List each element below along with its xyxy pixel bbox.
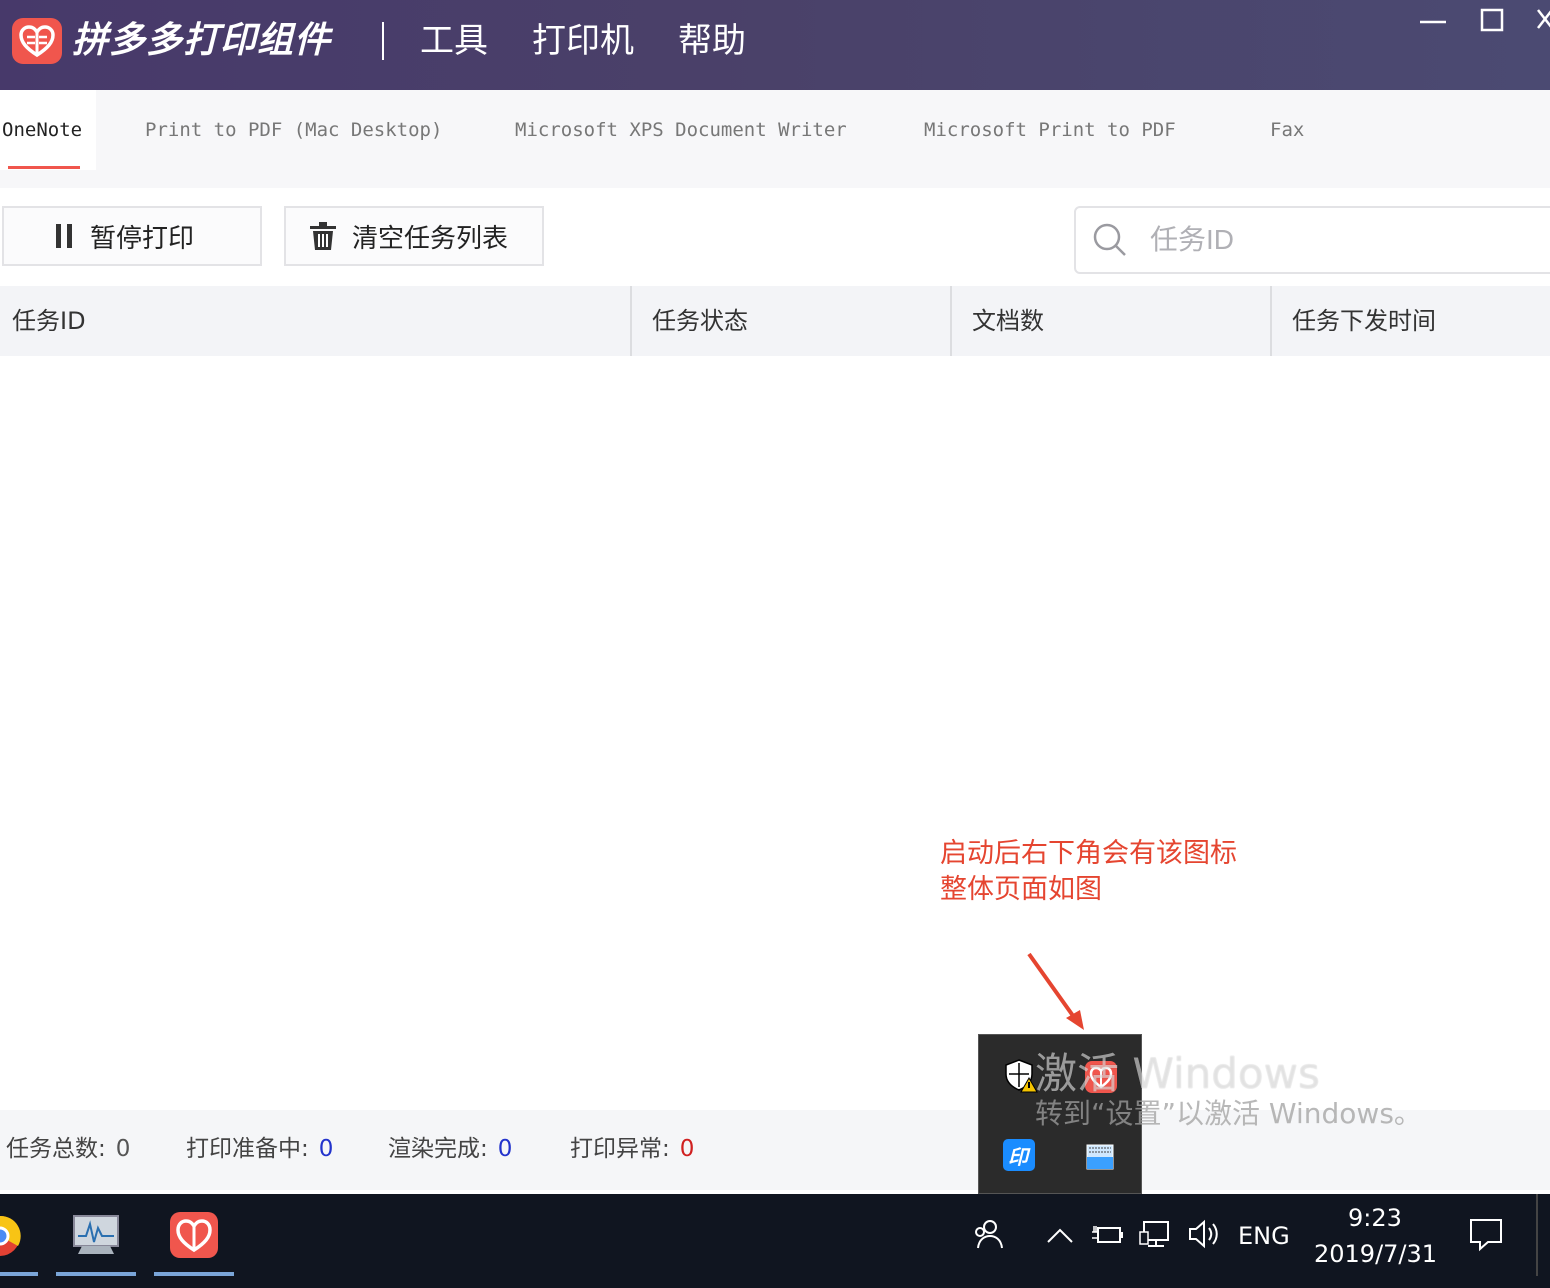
column-divider[interactable]: [950, 286, 952, 356]
annotation-arrow-icon: [1027, 952, 1084, 1030]
task-id-search: [1074, 206, 1550, 274]
activate-windows-hint: 转到“设置”以激活 Windows。: [1035, 1097, 1422, 1130]
stat-rendered: 渲染完成: 0: [388, 1132, 512, 1166]
print-tool-tray-icon[interactable]: 印: [1001, 1137, 1037, 1173]
close-icon[interactable]: [1530, 6, 1550, 36]
network-icon[interactable]: [1136, 1214, 1176, 1254]
chrome-icon[interactable]: [0, 1194, 40, 1276]
keyboard-tray-icon[interactable]: [1083, 1139, 1119, 1175]
clear-task-list-label: 清空任务列表: [352, 223, 509, 254]
column-document-count[interactable]: 文档数: [960, 286, 1270, 356]
pause-icon: [54, 222, 76, 250]
title-divider: [382, 22, 384, 60]
chevron-up-icon[interactable]: [1040, 1214, 1080, 1254]
security-warning-icon[interactable]: [1003, 1057, 1039, 1093]
app-logo-icon: [12, 18, 62, 64]
column-divider[interactable]: [1270, 286, 1272, 356]
task-table-body: [0, 356, 1550, 1110]
stat-preparing: 打印准备中: 0: [186, 1132, 333, 1166]
tab-xps-writer[interactable]: Microsoft XPS Document Writer: [515, 90, 847, 170]
stat-error: 打印异常: 0: [570, 1132, 694, 1166]
svg-text:印: 印: [1008, 1145, 1031, 1169]
taskbar-active-indicator: [154, 1272, 234, 1276]
stat-rendered-value: 0: [497, 1136, 513, 1162]
minimize-icon[interactable]: [1418, 6, 1448, 36]
taskbar: ENG 9:23 2019/7/31: [0, 1194, 1550, 1288]
task-id-search-input[interactable]: [1150, 218, 1530, 262]
clock-date[interactable]: 2019/7/31: [1314, 1240, 1437, 1268]
stat-total-label: 任务总数:: [6, 1136, 106, 1162]
printer-tabs: OneNote Print to PDF (Mac Desktop) Micro…: [0, 90, 1550, 188]
menu-tools[interactable]: 工具: [420, 20, 488, 62]
stat-total: 任务总数: 0: [6, 1132, 130, 1166]
language-indicator[interactable]: ENG: [1238, 1222, 1290, 1250]
notification-center-icon[interactable]: [1466, 1214, 1506, 1254]
annotation-line-1: 启动后右下角会有该图标: [940, 838, 1237, 869]
maximize-icon[interactable]: [1478, 6, 1508, 36]
taskbar-active-indicator: [56, 1272, 136, 1276]
annotation-note: 启动后右下角会有该图标 整体页面如图: [940, 836, 1237, 908]
menu-help[interactable]: 帮助: [678, 20, 746, 62]
stat-error-value: 0: [679, 1136, 695, 1162]
stat-error-label: 打印异常:: [570, 1136, 670, 1162]
search-icon: [1092, 222, 1128, 258]
clear-task-list-button[interactable]: 清空任务列表: [284, 206, 544, 266]
column-task-id[interactable]: 任务ID: [0, 286, 630, 356]
show-desktop-divider[interactable]: [1536, 1194, 1538, 1276]
column-divider[interactable]: [630, 286, 632, 356]
toolbar: 暂停打印 清空任务列表: [0, 188, 1550, 286]
pause-print-label: 暂停打印: [90, 223, 195, 254]
stat-total-value: 0: [115, 1136, 131, 1162]
taskbar-active-indicator: [0, 1272, 38, 1276]
tab-microsoft-print-to-pdf[interactable]: Microsoft Print to PDF: [924, 90, 1176, 170]
column-task-status[interactable]: 任务状态: [640, 286, 950, 356]
title-bar: 拼多多打印组件 工具 打印机 帮助: [0, 0, 1550, 90]
tab-print-to-pdf-mac[interactable]: Print to PDF (Mac Desktop): [145, 90, 442, 170]
battery-plug-icon[interactable]: [1088, 1214, 1128, 1254]
resource-monitor-icon[interactable]: [56, 1194, 136, 1276]
people-icon[interactable]: [970, 1214, 1010, 1254]
annotation-line-2: 整体页面如图: [940, 874, 1102, 905]
pdd-print-app-icon[interactable]: [154, 1194, 234, 1276]
pause-print-button[interactable]: 暂停打印: [2, 206, 262, 266]
stat-preparing-label: 打印准备中:: [186, 1136, 309, 1162]
app-title: 拼多多打印组件: [72, 20, 332, 61]
column-dispatch-time[interactable]: 任务下发时间: [1280, 286, 1550, 356]
clock-time[interactable]: 9:23: [1348, 1204, 1402, 1232]
active-tab-indicator: [8, 166, 80, 169]
tab-onenote[interactable]: OneNote: [0, 90, 96, 170]
stat-preparing-value: 0: [318, 1136, 334, 1162]
menu-printer[interactable]: 打印机: [532, 20, 634, 62]
volume-icon[interactable]: [1184, 1214, 1224, 1254]
task-table-header: 任务ID 任务状态 文档数 任务下发时间: [0, 286, 1550, 356]
tab-fax[interactable]: Fax: [1270, 90, 1304, 170]
stat-rendered-label: 渲染完成:: [388, 1136, 488, 1162]
trash-icon: [308, 221, 338, 251]
